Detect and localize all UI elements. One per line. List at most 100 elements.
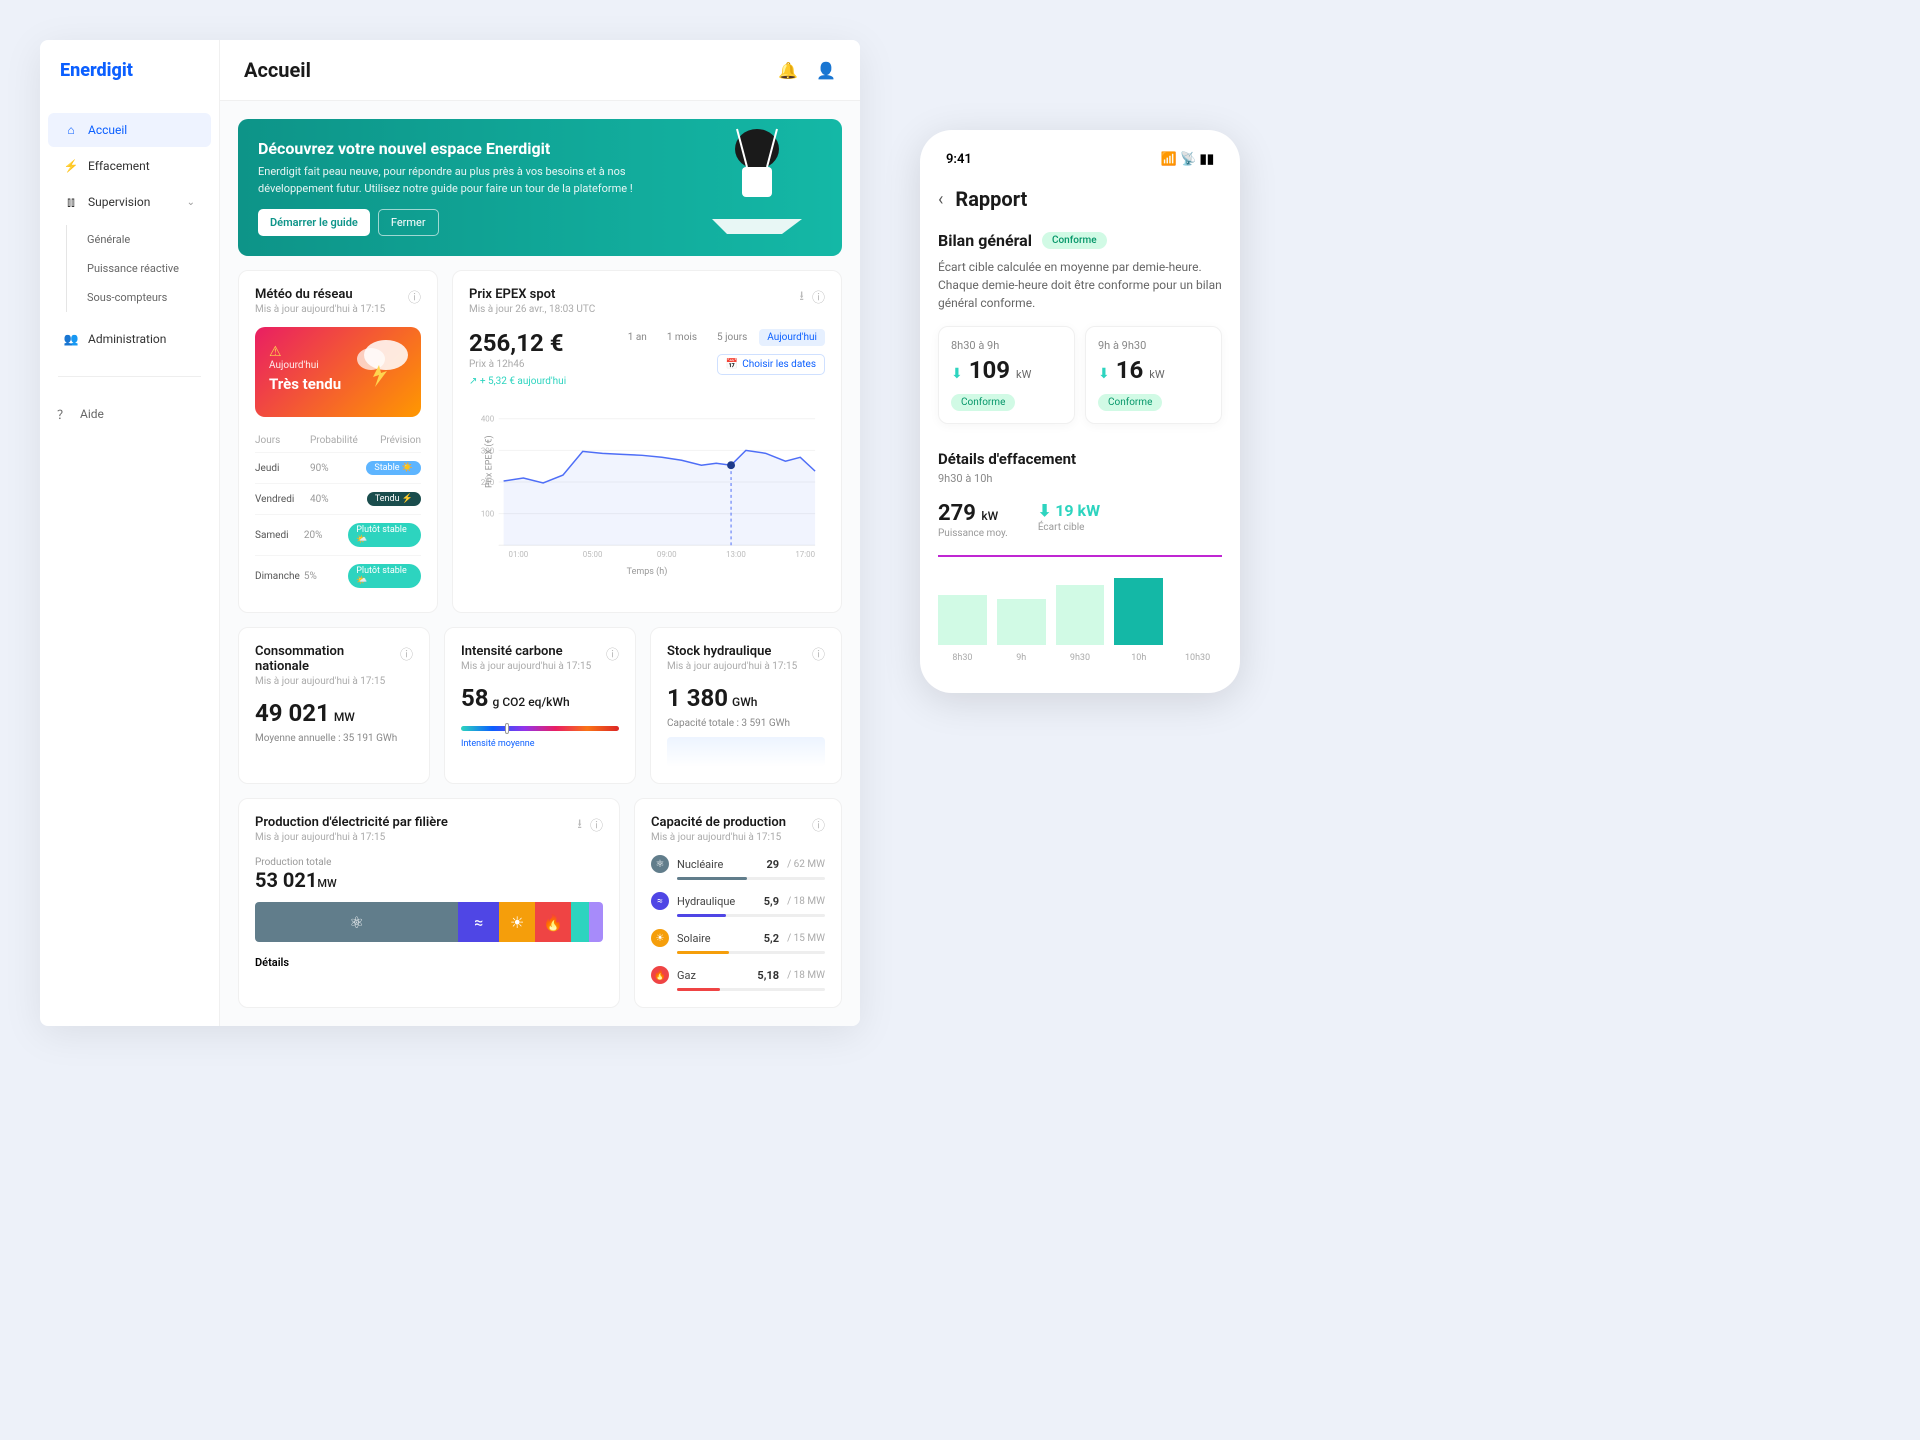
nav-home[interactable]: ⌂Accueil <box>48 113 211 147</box>
svg-text:17:00: 17:00 <box>795 550 815 559</box>
welcome-banner: Découvrez votre nouvel espace Enerdigit … <box>238 119 842 256</box>
desktop-app: Enerdigit ⌂Accueil ⚡Effacement ⫾⫾Supervi… <box>40 40 860 1026</box>
epex-card: Prix EPEX spotMis à jour 26 avr., 18:03 … <box>452 270 842 613</box>
epex-delta: ↗ + 5,32 € aujourd'hui <box>469 376 566 387</box>
capacity-row: ☀Solaire5,2 / 15 MW <box>651 929 825 947</box>
nav-supervision[interactable]: ⫾⫾Supervision⌄ <box>48 185 211 219</box>
meteo-card: Météo du réseauMis à jour aujourd'hui à … <box>238 270 438 613</box>
chart-bar[interactable] <box>938 595 987 645</box>
chart-bar[interactable] <box>1114 578 1163 645</box>
page-title: Accueil <box>244 58 311 82</box>
mobile-bar-chart: 8h309h9h3010h10h30 <box>938 555 1222 675</box>
hydro-sparkline <box>667 737 825 767</box>
tab-5days[interactable]: 5 jours <box>709 329 755 346</box>
main-content: Accueil 🔔 👤 Découvrez votre nouvel espac… <box>220 40 860 1026</box>
hydro-card: Stock hydrauliqueMis à jour aujourd'hui … <box>650 627 842 784</box>
chevron-down-icon: ⌄ <box>187 197 195 208</box>
nav-admin[interactable]: 👥Administration <box>48 322 211 356</box>
status-icons: 📶 📡 ▮▮ <box>1161 152 1214 167</box>
help-icon: ？ <box>56 407 70 421</box>
info-icon[interactable]: ⓘ <box>812 287 825 309</box>
sub-reactive[interactable]: Puissance réactive <box>87 254 219 283</box>
nav-effacement[interactable]: ⚡Effacement <box>48 149 211 183</box>
info-icon[interactable]: ⓘ <box>400 644 413 663</box>
warning-icon: ⚠ <box>269 344 282 360</box>
carbon-gauge <box>461 726 619 731</box>
production-card: Production d'électricité par filièreMis … <box>238 798 620 1008</box>
download-icon[interactable]: ⭳ <box>799 287 804 309</box>
topbar: Accueil 🔔 👤 <box>220 40 860 101</box>
forecast-row: Samedi20%Plutôt stable 🌤️ <box>255 514 421 555</box>
info-icon[interactable]: ⓘ <box>590 815 603 837</box>
meteo-title: Météo du réseau <box>255 287 385 302</box>
nav-supervision-sub: Générale Puissance réactive Sous-compteu… <box>66 225 219 312</box>
bell-icon[interactable]: 🔔 <box>778 61 798 80</box>
solar-segment: ☀ <box>499 902 535 942</box>
chart-bar[interactable] <box>1056 585 1105 645</box>
capacity-row: 🔥Gaz5,18 / 18 MW <box>651 966 825 984</box>
calendar-icon: 📅 <box>726 359 738 370</box>
arrow-down-icon: ⬇ <box>1098 366 1110 382</box>
other-segment <box>589 902 603 942</box>
info-icon[interactable]: ⓘ <box>606 644 619 663</box>
svg-text:05:00: 05:00 <box>583 550 603 559</box>
mobile-page-title: Rapport <box>955 187 1027 211</box>
bilan-card-1[interactable]: 8h30 à 9h ⬇109kW Conforme <box>938 326 1075 424</box>
start-guide-button[interactable]: Démarrer le guide <box>258 209 370 236</box>
mobile-status-bar: 9:41 📶 📡 ▮▮ <box>938 148 1222 171</box>
details-heading: Détails d'effacement <box>938 450 1222 468</box>
svg-text:09:00: 09:00 <box>657 550 677 559</box>
svg-text:13:00: 13:00 <box>726 550 746 559</box>
nuclear-segment: ⚛ <box>255 902 458 942</box>
nav-help[interactable]: ？Aide <box>40 397 219 431</box>
capacity-row: ⚛Nucléaire29 / 62 MW <box>651 855 825 873</box>
sub-generale[interactable]: Générale <box>87 225 219 254</box>
info-icon[interactable]: ⓘ <box>408 287 421 306</box>
conforme-badge: Conforme <box>1042 232 1107 249</box>
sub-compteurs[interactable]: Sous-compteurs <box>87 283 219 312</box>
gas-segment: 🔥 <box>535 902 571 942</box>
arrow-down-icon: ⬇ <box>951 366 963 382</box>
user-icon[interactable]: 👤 <box>816 61 836 80</box>
mobile-app: 9:41 📶 📡 ▮▮ ‹ Rapport Bilan généralConfo… <box>920 130 1240 693</box>
users-icon: 👥 <box>64 332 78 346</box>
arrow-down-icon: ⬇ <box>1038 501 1051 520</box>
meteo-forecast-table: JoursProbabilitéPrévision Jeudi90%Stable… <box>255 429 421 596</box>
logo: Enerdigit <box>40 60 219 111</box>
nuclear-icon: ⚛ <box>350 913 364 932</box>
forecast-pill: Tendu ⚡ <box>367 492 421 506</box>
info-icon[interactable]: ⓘ <box>812 815 825 834</box>
download-icon[interactable]: ⭳ <box>577 815 582 837</box>
storm-cloud-icon <box>351 337 411 387</box>
info-icon[interactable]: ⓘ <box>812 644 825 663</box>
close-banner-button[interactable]: Fermer <box>378 209 439 236</box>
time-range-tabs: 1 an 1 mois 5 jours Aujourd'hui <box>620 329 825 346</box>
svg-text:01:00: 01:00 <box>509 550 529 559</box>
back-button[interactable]: ‹ <box>938 189 943 210</box>
tab-1year[interactable]: 1 an <box>620 329 655 346</box>
bars-icon: ⫾⫾ <box>64 195 78 209</box>
divider <box>58 376 201 377</box>
choose-dates-button[interactable]: 📅Choisir les dates <box>717 354 825 375</box>
forecast-pill: Plutôt stable 🌤️ <box>348 523 421 547</box>
sun-icon: ☀ <box>510 913 524 932</box>
capacity-card: Capacité de productionMis à jour aujourd… <box>634 798 842 1008</box>
chart-bar[interactable] <box>997 599 1046 645</box>
forecast-row: Dimanche5%Plutôt stable 🌤️ <box>255 555 421 596</box>
bilan-card-2[interactable]: 9h à 9h30 ⬇16kW Conforme <box>1085 326 1222 424</box>
tab-1month[interactable]: 1 mois <box>659 329 705 346</box>
wind-segment <box>571 902 589 942</box>
meteo-status-badge: ⚠ Aujourd'hui Très tendu <box>255 327 421 417</box>
forecast-row: Jeudi90%Stable ☀️ <box>255 452 421 483</box>
bilan-heading: Bilan généralConforme <box>938 231 1222 250</box>
epex-price: 256,12 € <box>469 329 566 357</box>
flame-icon: 🔥 <box>543 913 563 932</box>
tab-today[interactable]: Aujourd'hui <box>759 329 825 346</box>
hydro-segment: ≈ <box>458 902 499 942</box>
wave-icon: ≈ <box>474 913 483 932</box>
source-icon: ≈ <box>651 892 669 910</box>
svg-text:400: 400 <box>481 415 494 424</box>
banner-body: Enerdigit fait peau neuve, pour répondre… <box>258 164 638 197</box>
source-icon: ⚛ <box>651 855 669 873</box>
forecast-pill: Plutôt stable 🌤️ <box>348 564 421 588</box>
